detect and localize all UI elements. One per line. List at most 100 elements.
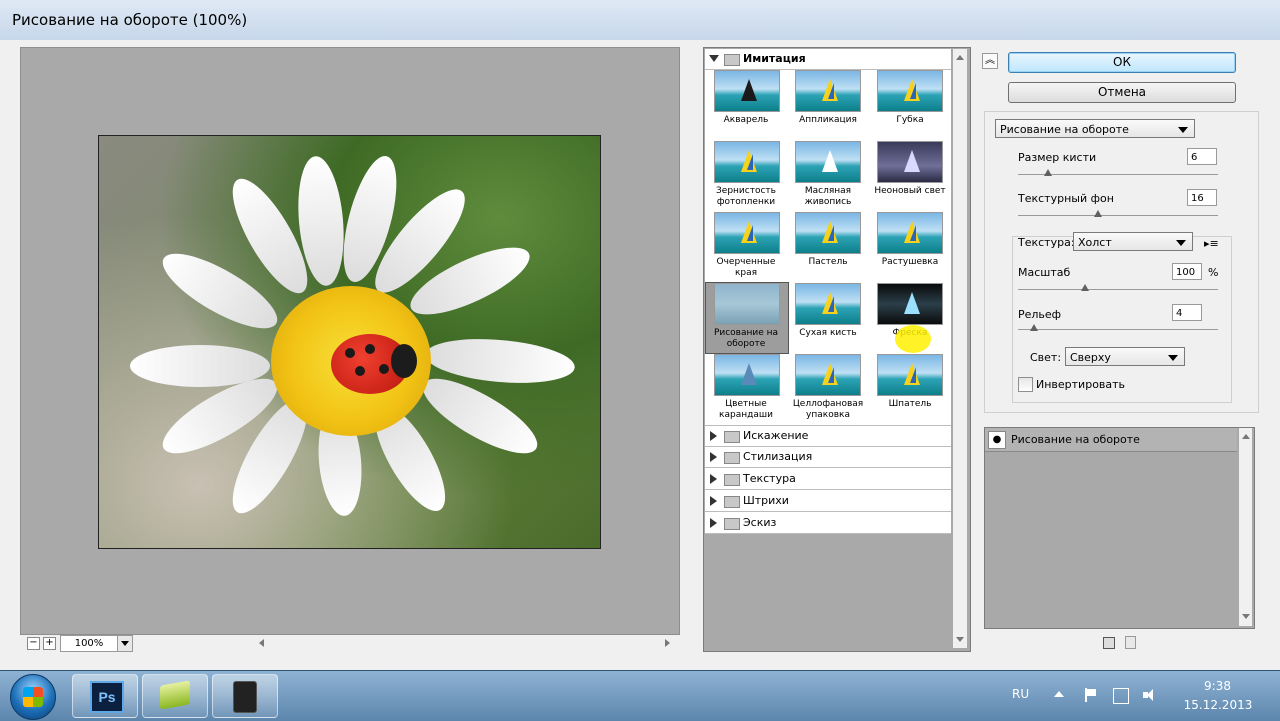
filter-thumb-palette-knife[interactable] xyxy=(877,354,943,396)
filter-thumb-pastel[interactable] xyxy=(795,212,861,254)
effect-layers-panel xyxy=(984,427,1255,629)
taskbar-app-2[interactable] xyxy=(142,674,208,718)
scale-field[interactable]: 100 xyxy=(1172,263,1202,280)
chevron-down-icon xyxy=(709,55,719,62)
texture-bg-slider[interactable] xyxy=(1018,215,1218,216)
scroll-right-icon xyxy=(665,639,670,647)
filter-label: Губка xyxy=(896,115,924,125)
filter-thumb-oil-paint[interactable] xyxy=(795,141,861,183)
relief-slider-knob[interactable] xyxy=(1030,324,1038,331)
filter-label: Сухая кисть xyxy=(799,328,857,338)
chevron-right-icon xyxy=(710,496,717,506)
filter-thumb-dry-brush[interactable] xyxy=(795,283,861,325)
light-dropdown[interactable]: Сверху xyxy=(1065,347,1185,366)
scale-label: Масштаб xyxy=(1018,266,1071,279)
volume-icon[interactable] xyxy=(1143,688,1157,702)
scroll-up-icon xyxy=(956,55,964,60)
show-hidden-icons-icon[interactable] xyxy=(1054,691,1064,697)
texture-bg-label: Текстурный фон xyxy=(1018,192,1114,205)
scroll-down-icon xyxy=(956,637,964,642)
relief-field[interactable]: 4 xyxy=(1172,304,1202,321)
filter-label: Шпатель xyxy=(888,399,932,409)
texture-label: Текстура: xyxy=(1018,236,1075,249)
preview-horizontal-scrollbar[interactable] xyxy=(255,636,675,648)
filter-select-dropdown[interactable]: Рисование на обороте xyxy=(995,119,1195,138)
relief-slider[interactable] xyxy=(1018,329,1218,330)
filter-thumb-underpainting[interactable] xyxy=(714,283,780,325)
category-imitation[interactable]: Имитация xyxy=(705,49,951,70)
windows-logo-icon xyxy=(23,687,43,707)
filter-thumb-plastic-wrap[interactable] xyxy=(795,354,861,396)
effect-layer-row[interactable]: ● Рисование на обороте xyxy=(985,428,1237,452)
scroll-down-icon xyxy=(1242,614,1250,619)
filter-label: Растушевка xyxy=(881,257,939,267)
brush-size-slider-knob[interactable] xyxy=(1044,169,1052,176)
layers-vertical-scrollbar[interactable] xyxy=(1239,428,1252,626)
filter-thumb-sponge[interactable] xyxy=(877,70,943,112)
collapse-gallery-button[interactable]: ︽ xyxy=(982,53,998,69)
folder-icon xyxy=(724,496,740,508)
texture-bg-slider-knob[interactable] xyxy=(1094,210,1102,217)
zoom-level-field[interactable]: 100% xyxy=(60,635,118,652)
scroll-up-icon xyxy=(1242,434,1250,439)
zoom-out-button[interactable]: − xyxy=(27,637,40,650)
texture-menu-icon[interactable]: ▸≡ xyxy=(1204,237,1219,250)
texture-bg-field[interactable]: 16 xyxy=(1187,189,1217,206)
network-icon[interactable] xyxy=(1113,688,1129,704)
cancel-button[interactable]: Отмена xyxy=(1008,82,1236,103)
category-label: Текстура xyxy=(743,472,796,485)
filter-thumb-applique[interactable] xyxy=(795,70,861,112)
filter-label: Аппликация xyxy=(799,115,857,125)
filter-label: Акварель xyxy=(723,115,769,125)
scale-unit: % xyxy=(1208,266,1219,279)
filter-label: Пастель xyxy=(808,257,848,267)
new-effect-layer-icon[interactable] xyxy=(1103,637,1115,649)
relief-label: Рельеф xyxy=(1018,308,1062,321)
filter-thumb-colored-pencil[interactable] xyxy=(714,354,780,396)
zoom-in-button[interactable]: + xyxy=(43,637,56,650)
gallery-vertical-scrollbar[interactable] xyxy=(953,49,967,648)
folder-icon xyxy=(724,54,740,66)
filter-thumb-film-grain[interactable] xyxy=(714,141,780,183)
window-title: Рисование на обороте (100%) xyxy=(12,11,248,29)
filter-label: Цветные карандаши xyxy=(719,399,773,420)
scale-slider[interactable] xyxy=(1018,289,1218,290)
filter-thumb-smudge[interactable] xyxy=(877,212,943,254)
double-chevron-up-icon: ︽ xyxy=(985,55,995,66)
category-texture[interactable]: Текстура xyxy=(705,469,951,490)
action-center-flag-icon[interactable] xyxy=(1083,688,1097,702)
filter-thumb-fresco[interactable] xyxy=(877,283,943,325)
filter-gallery-list: Имитация Акварель Аппликация Губка Зерни… xyxy=(705,49,951,534)
ok-button[interactable]: ОК xyxy=(1008,52,1236,73)
filter-thumb-neon-glow[interactable] xyxy=(877,141,943,183)
start-button[interactable] xyxy=(10,674,56,720)
filter-select-value: Рисование на обороте xyxy=(1000,123,1129,136)
filter-thumb-aquarelle[interactable] xyxy=(714,70,780,112)
category-distort[interactable]: Искажение xyxy=(705,425,951,447)
taskbar-app-3[interactable] xyxy=(212,674,278,718)
category-brush-strokes[interactable]: Штрихи xyxy=(705,491,951,512)
delete-effect-layer-icon[interactable] xyxy=(1125,636,1136,649)
app-icon xyxy=(160,680,190,710)
clock-time[interactable]: 9:38 xyxy=(1185,679,1250,693)
chevron-down-icon xyxy=(1168,355,1178,361)
eye-icon[interactable]: ● xyxy=(988,431,1006,449)
filter-thumb-poster-edges[interactable] xyxy=(714,212,780,254)
invert-checkbox[interactable] xyxy=(1018,377,1033,392)
folder-icon xyxy=(724,452,740,464)
scale-slider-knob[interactable] xyxy=(1081,284,1089,291)
brush-size-label: Размер кисти xyxy=(1018,151,1097,164)
chevron-right-icon xyxy=(710,431,717,441)
folder-icon xyxy=(724,431,740,443)
category-stylize[interactable]: Стилизация xyxy=(705,447,951,468)
clock-date[interactable]: 15.12.2013 xyxy=(1178,698,1258,712)
cursor-highlight-icon xyxy=(895,325,931,353)
brush-size-field[interactable]: 6 xyxy=(1187,148,1217,165)
language-indicator[interactable]: RU xyxy=(1012,687,1029,701)
category-label: Стилизация xyxy=(743,450,813,463)
zoom-dropdown[interactable] xyxy=(117,635,133,652)
taskbar-photoshop[interactable]: Ps xyxy=(72,674,138,718)
texture-dropdown[interactable]: Холст xyxy=(1073,232,1193,251)
chevron-down-icon xyxy=(121,641,129,646)
category-sketch[interactable]: Эскиз xyxy=(705,513,951,534)
